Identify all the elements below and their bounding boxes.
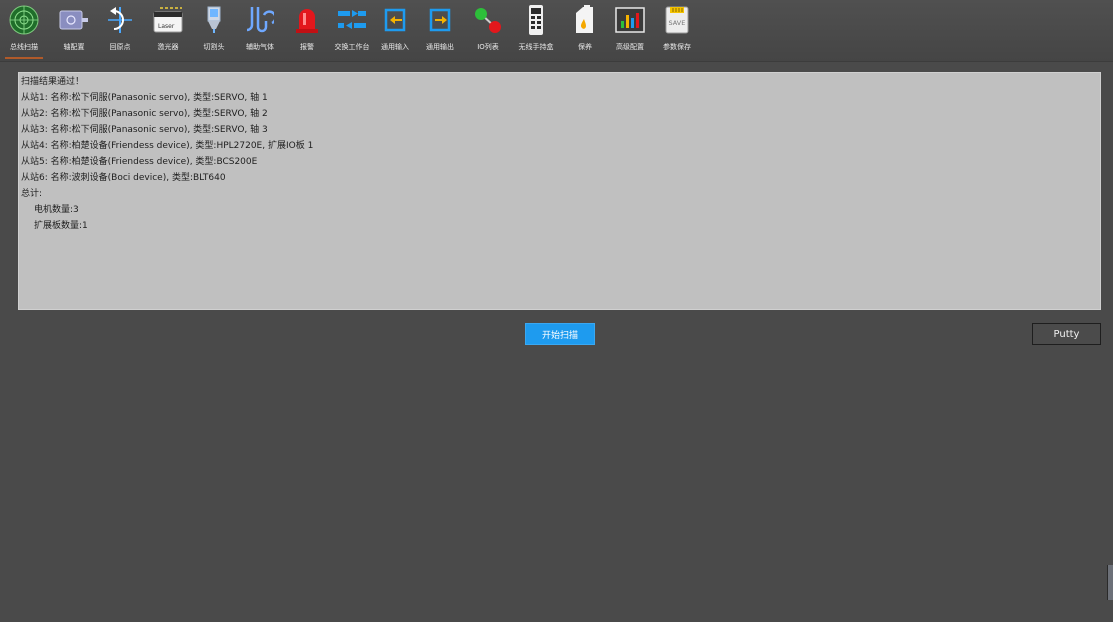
- toolbar-label: 总线扫描: [10, 43, 38, 51]
- return-origin-icon: [103, 2, 137, 38]
- toolbar-label: 轴配置: [63, 43, 85, 51]
- side-panel-handle[interactable]: [1107, 565, 1113, 600]
- save-card-text: SAVE: [669, 19, 686, 27]
- toolbar-parameter-save[interactable]: SAVE 参数保存: [658, 2, 696, 59]
- remote-icon: [519, 2, 553, 38]
- toolbar-return-origin[interactable]: 回原点: [101, 2, 139, 59]
- log-line: 从站1: 名称:松下伺服(Panasonic servo), 类型:SERVO,…: [21, 93, 268, 103]
- start-scan-button[interactable]: 开始扫描: [525, 323, 595, 345]
- toolbar-wireless-remote[interactable]: 无线手持盒: [517, 2, 555, 59]
- toolbar-maintenance[interactable]: 保养: [566, 2, 604, 59]
- toolbar-axis-config[interactable]: 轴配置: [55, 2, 93, 59]
- toolbar-label: 通用输出: [426, 43, 454, 51]
- alarm-light-icon: [290, 2, 324, 38]
- toolbar-label: 高级配置: [616, 43, 644, 51]
- toolbar-label: 通用输入: [381, 43, 409, 51]
- gas-icon: [243, 2, 277, 38]
- toolbar-bus-scan[interactable]: 总线扫描: [5, 2, 43, 59]
- log-line: 扫描结果通过！: [21, 77, 85, 87]
- io-list-icon: [471, 2, 505, 38]
- main-toolbar: 总线扫描 轴配置 回原点 Laser 激光器 切割头 辅助气体 报警 交换工作台…: [0, 0, 1113, 62]
- input-icon: [378, 2, 412, 38]
- laser-icon: Laser: [151, 2, 185, 38]
- toolbar-alarm[interactable]: 报警: [288, 2, 326, 59]
- log-line: 从站5: 名称:柏楚设备(Friendess device), 类型:BCS20…: [21, 157, 258, 167]
- advanced-config-icon: [613, 2, 647, 38]
- toolbar-label: 交换工作台: [334, 43, 370, 51]
- log-line: 扩展板数量:1: [34, 221, 88, 231]
- toolbar-label: 保养: [578, 43, 592, 51]
- toolbar-label: IO列表: [477, 43, 499, 51]
- toolbar-label: 辅助气体: [246, 43, 274, 51]
- toolbar-laser[interactable]: Laser 激光器: [149, 2, 187, 59]
- toolbar-general-output[interactable]: 通用输出: [421, 2, 459, 59]
- log-line: 从站3: 名称:松下伺服(Panasonic servo), 类型:SERVO,…: [21, 125, 268, 135]
- toolbar-io-list[interactable]: IO列表: [469, 2, 507, 59]
- exchange-table-icon: [335, 2, 369, 38]
- toolbar-label: 切割头: [203, 43, 225, 51]
- toolbar-advanced-config[interactable]: 高级配置: [611, 2, 649, 59]
- motor-icon: [57, 2, 91, 38]
- toolbar-general-input[interactable]: 通用输入: [376, 2, 414, 59]
- log-line: 从站4: 名称:柏楚设备(Friendess device), 类型:HPL27…: [21, 141, 314, 151]
- putty-button[interactable]: Putty: [1032, 323, 1101, 345]
- scan-result-log[interactable]: 扫描结果通过！ 从站1: 名称:松下伺服(Panasonic servo), 类…: [18, 72, 1101, 310]
- toolbar-exchange-table[interactable]: 交换工作台: [333, 2, 371, 59]
- log-line: 从站2: 名称:松下伺服(Panasonic servo), 类型:SERVO,…: [21, 109, 268, 119]
- output-icon: [423, 2, 457, 38]
- save-card-icon: SAVE: [660, 2, 694, 38]
- toolbar-label: 参数保存: [663, 43, 691, 51]
- radar-icon: [7, 2, 41, 38]
- toolbar-label: 报警: [300, 43, 314, 51]
- toolbar-label: 回原点: [109, 43, 131, 51]
- cutting-head-icon: [197, 2, 231, 38]
- log-line: 总计:: [21, 189, 43, 199]
- log-line: 从站6: 名称:波刺设备(Boci device), 类型:BLT640: [21, 173, 226, 183]
- toolbar-cutting-head[interactable]: 切割头: [195, 2, 233, 59]
- maintenance-icon: [568, 2, 602, 38]
- log-line: 电机数量:3: [34, 205, 79, 215]
- toolbar-label: 无线手持盒: [518, 43, 554, 51]
- toolbar-label: 激光器: [157, 43, 179, 51]
- laser-icon-text: Laser: [158, 23, 175, 30]
- toolbar-assist-gas[interactable]: 辅助气体: [241, 2, 279, 59]
